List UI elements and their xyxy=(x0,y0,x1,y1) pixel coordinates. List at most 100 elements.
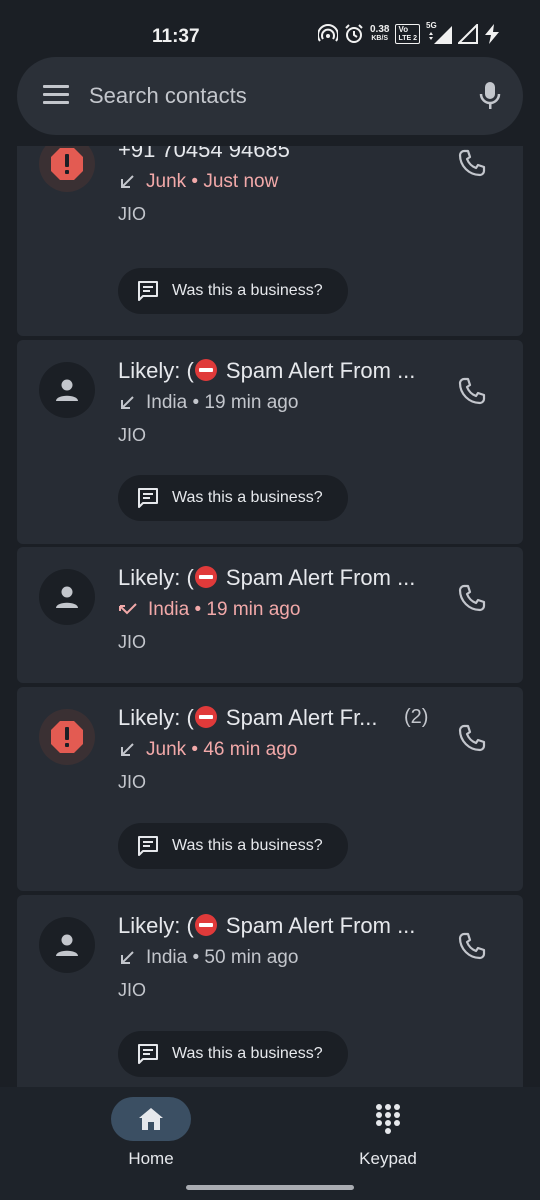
signal-strength-icon xyxy=(458,24,478,44)
call-detail: Junk • 46 min ago xyxy=(118,739,297,761)
call-detail-text: India • 50 min ago xyxy=(146,947,299,968)
spam-warning-icon xyxy=(51,721,83,753)
caller-name-prefix: Likely: ( xyxy=(118,358,194,383)
status-time: 11:37 xyxy=(152,26,200,47)
incoming-call-icon xyxy=(121,396,134,409)
caller-name-suffix: Spam Alert From ... xyxy=(219,358,416,383)
call-item[interactable]: Likely: ( Spam Alert From ... India • 19… xyxy=(17,340,523,544)
spam-avatar xyxy=(39,146,95,192)
caller-name-prefix: Likely: ( xyxy=(118,705,194,730)
caller-name-suffix: Spam Alert Fr... xyxy=(219,705,378,730)
caller-name-suffix: Spam Alert From ... xyxy=(219,565,416,590)
volte-bottom: LTE 2 xyxy=(398,35,417,42)
search-input[interactable] xyxy=(89,81,429,111)
no-entry-icon xyxy=(194,914,217,936)
business-feedback-chip[interactable]: Was this a business? xyxy=(118,1031,348,1077)
call-item[interactable]: Likely: ( Spam Alert Fr... (2) Junk • 46… xyxy=(17,687,523,891)
incoming-call-icon xyxy=(121,743,134,756)
business-feedback-chip[interactable]: Was this a business? xyxy=(118,823,348,869)
carrier-label: JIO xyxy=(118,632,147,652)
call-detail-text: Junk • 46 min ago xyxy=(146,739,298,760)
nav-keypad-pill xyxy=(348,1097,428,1141)
call-item[interactable]: Likely: ( Spam Alert From ... India • 50… xyxy=(17,895,523,1087)
call-detail: India • 50 min ago xyxy=(118,947,298,969)
call-detail: India • 19 min ago xyxy=(118,599,300,621)
status-icons: 0.38 KB/S Vo LTE 2 5G xyxy=(317,21,500,44)
feedback-icon xyxy=(138,836,158,856)
call-history-list: +91 70454 94685 Junk • Just now JIO Was … xyxy=(17,146,523,1087)
charging-icon xyxy=(485,24,499,44)
person-avatar xyxy=(39,569,95,625)
no-entry-icon xyxy=(194,706,217,728)
feedback-icon xyxy=(138,281,158,301)
call-detail-text: India • 19 min ago xyxy=(148,599,301,620)
call-count-badge: (2) xyxy=(404,706,429,728)
business-feedback-label: Was this a business? xyxy=(172,282,323,299)
caller-name-prefix: Likely: ( xyxy=(118,913,194,938)
caller-name: Likely: ( Spam Alert Fr... xyxy=(118,705,378,731)
person-avatar xyxy=(39,362,95,418)
volte-top: Vo xyxy=(398,25,409,34)
business-feedback-chip[interactable]: Was this a business? xyxy=(118,268,348,314)
search-bar xyxy=(17,57,523,135)
phone-icon[interactable] xyxy=(457,931,487,961)
hotspot-icon xyxy=(317,24,338,42)
caller-name: +91 70454 94685 xyxy=(118,146,290,163)
nav-home-label: Home xyxy=(128,1149,174,1168)
person-icon xyxy=(56,586,78,608)
phone-icon[interactable] xyxy=(457,376,487,406)
bottom-navigation: Home Keypad xyxy=(0,1087,540,1200)
call-detail-text: India • 19 min ago xyxy=(146,392,299,413)
menu-icon[interactable] xyxy=(43,84,71,106)
call-detail-text: Junk • Just now xyxy=(146,171,279,192)
nav-keypad[interactable]: Keypad xyxy=(328,1097,448,1172)
home-icon xyxy=(139,1108,163,1130)
microphone-icon[interactable] xyxy=(479,81,501,111)
caller-name: Likely: ( Spam Alert From ... xyxy=(118,358,415,384)
carrier-label: JIO xyxy=(118,772,147,792)
business-feedback-label: Was this a business? xyxy=(172,837,323,854)
business-feedback-label: Was this a business? xyxy=(172,489,323,506)
call-item[interactable]: +91 70454 94685 Junk • Just now JIO Was … xyxy=(17,146,523,336)
call-detail: India • 19 min ago xyxy=(118,392,298,414)
nav-home[interactable]: Home xyxy=(91,1097,211,1172)
call-detail: Junk • Just now xyxy=(118,171,278,193)
missed-call-icon xyxy=(119,603,137,615)
feedback-icon xyxy=(138,1044,158,1064)
carrier-label: JIO xyxy=(118,204,147,224)
person-avatar xyxy=(39,917,95,973)
feedback-icon xyxy=(138,488,158,508)
phone-icon[interactable] xyxy=(457,723,487,753)
person-icon xyxy=(56,379,78,401)
incoming-call-icon xyxy=(121,951,134,964)
network-type: 5G xyxy=(426,21,437,30)
nav-home-pill xyxy=(111,1097,191,1141)
volte-badge: Vo LTE 2 xyxy=(395,24,420,44)
phone-icon[interactable] xyxy=(457,583,487,613)
dialpad-icon xyxy=(376,1104,400,1134)
signal-sim1: 5G xyxy=(426,21,452,44)
no-entry-icon xyxy=(194,359,217,381)
call-item[interactable]: Likely: ( Spam Alert From ... India • 19… xyxy=(17,547,523,683)
gesture-home-indicator[interactable] xyxy=(186,1185,354,1190)
caller-name: Likely: ( Spam Alert From ... xyxy=(118,913,415,939)
spam-avatar xyxy=(39,709,95,765)
incoming-call-icon xyxy=(121,175,134,188)
business-feedback-chip[interactable]: Was this a business? xyxy=(118,475,348,521)
network-speed-value: 0.38 xyxy=(369,24,390,35)
alarm-icon xyxy=(345,24,363,43)
caller-name-text: +91 70454 94685 xyxy=(118,146,290,162)
person-icon xyxy=(56,934,78,956)
caller-name-suffix: Spam Alert From ... xyxy=(219,913,416,938)
no-entry-icon xyxy=(194,566,217,588)
business-feedback-label: Was this a business? xyxy=(172,1045,323,1062)
nav-keypad-label: Keypad xyxy=(359,1149,417,1168)
caller-name-prefix: Likely: ( xyxy=(118,565,194,590)
caller-name: Likely: ( Spam Alert From ... xyxy=(118,565,415,591)
network-speed: 0.38 KB/S xyxy=(370,25,389,43)
spam-warning-icon xyxy=(51,148,83,180)
phone-icon[interactable] xyxy=(457,148,487,178)
network-speed-unit: KB/S xyxy=(371,35,389,42)
carrier-label: JIO xyxy=(118,425,147,445)
carrier-label: JIO xyxy=(118,980,147,1000)
